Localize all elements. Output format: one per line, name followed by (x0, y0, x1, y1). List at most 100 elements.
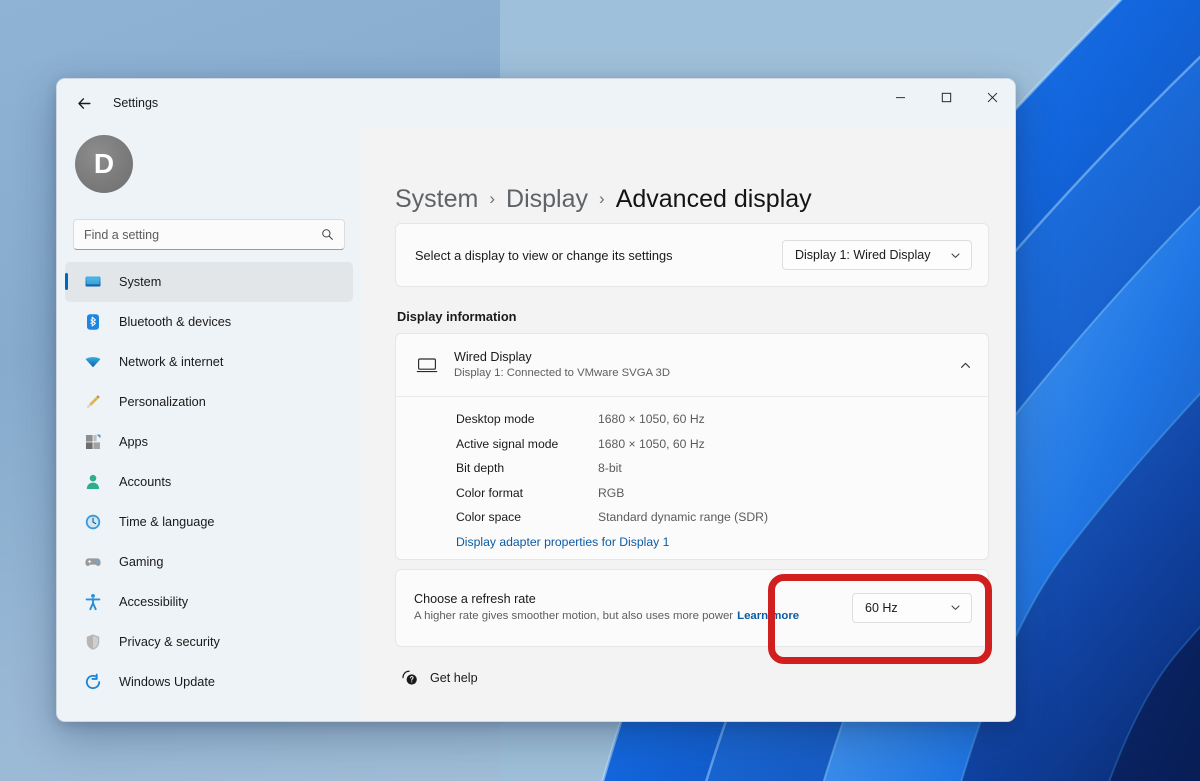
detail-row: Desktop mode 1680 × 1050, 60 Hz (396, 407, 988, 432)
sidebar-item-label: Time & language (119, 515, 215, 529)
sidebar-item-time-language[interactable]: Time & language (65, 502, 353, 542)
chevron-right-icon: › (489, 189, 496, 208)
monitor-icon (83, 272, 103, 292)
display-information-titles: Wired Display Display 1: Connected to VM… (454, 349, 959, 381)
search-input[interactable] (84, 227, 334, 242)
breadcrumb: System › Display › Advanced display (395, 127, 989, 223)
paintbrush-icon (83, 392, 103, 412)
detail-key: Bit depth (456, 461, 505, 476)
sidebar-item-label: Accounts (119, 475, 172, 489)
arrow-left-icon (77, 97, 91, 109)
chevron-right-icon: › (599, 189, 605, 208)
refresh-rate-description: A higher rate gives smoother motion, but… (414, 608, 799, 625)
chevron-down-icon (950, 250, 961, 261)
profile-section: D (57, 127, 361, 219)
display-device-name: Wired Display (454, 349, 532, 364)
learn-more-link[interactable]: Learn more (737, 610, 799, 622)
detail-value: 8-bit (598, 461, 622, 476)
display-select-label: Select a display to view or change its s… (415, 247, 673, 263)
sidebar-item-label: Accessibility (119, 595, 189, 609)
sidebar-item-apps[interactable]: Apps (65, 422, 353, 462)
detail-key: Desktop mode (456, 412, 535, 427)
person-icon (83, 472, 103, 492)
refresh-rate-description-text: A higher rate gives smoother motion, but… (414, 610, 734, 623)
sidebar-item-network-internet[interactable]: Network & internet (65, 342, 353, 382)
display-information-header[interactable]: Wired Display Display 1: Connected to VM… (396, 334, 988, 396)
sidebar-item-windows-update[interactable]: Windows Update (65, 662, 353, 702)
sidebar-item-gaming[interactable]: Gaming (65, 542, 353, 582)
detail-value: RGB (598, 485, 625, 500)
minimize-button[interactable] (877, 79, 923, 115)
chevron-down-icon (950, 602, 961, 613)
detail-key: Active signal mode (456, 436, 559, 451)
sidebar: D Find a setting System Bluetooth & devi… (57, 127, 361, 721)
detail-value: Standard dynamic range (SDR) (598, 510, 769, 525)
breadcrumb-display[interactable]: Display (506, 185, 588, 214)
display-information-card: Wired Display Display 1: Connected to VM… (395, 333, 989, 560)
display-details-list: Desktop mode 1680 × 1050, 60 Hz Active s… (396, 397, 988, 559)
gamepad-icon (83, 552, 103, 572)
sidebar-item-bluetooth-devices[interactable]: Bluetooth & devices (65, 302, 353, 342)
sidebar-item-label: Network & internet (119, 355, 224, 369)
sidebar-item-label: Personalization (119, 395, 206, 409)
sidebar-item-label: System (119, 275, 162, 289)
sidebar-item-personalization[interactable]: Personalization (65, 382, 353, 422)
avatar[interactable]: D (75, 135, 133, 193)
back-button[interactable] (67, 86, 101, 120)
display-device-connection: Display 1: Connected to VMware SVGA 3D (454, 366, 670, 379)
sidebar-item-accessibility[interactable]: Accessibility (65, 582, 353, 622)
monitor-icon (414, 352, 440, 378)
window-controls (877, 79, 1015, 115)
detail-row: Active signal mode 1680 × 1050, 60 Hz (396, 432, 988, 457)
refresh-rate-card: Choose a refresh rate A higher rate give… (395, 568, 989, 647)
detail-value: 1680 × 1050, 60 Hz (598, 412, 705, 427)
sidebar-nav-list: System Bluetooth & devices Network & int… (57, 262, 361, 702)
display-adapter-properties-link[interactable]: Display adapter properties for Display 1 (396, 535, 988, 549)
page-title: Advanced display (615, 185, 812, 213)
refresh-rate-value: 60 Hz (865, 600, 898, 615)
display-select-dropdown[interactable]: Display 1: Wired Display (782, 240, 972, 270)
shield-icon (83, 632, 103, 652)
sidebar-item-label: Gaming (119, 555, 164, 569)
sidebar-item-label: Privacy & security (119, 635, 220, 649)
sidebar-item-system[interactable]: System (65, 262, 353, 302)
desktop-wallpaper: Settings D Find a setting System Bluetoo… (0, 0, 1200, 781)
minimize-icon (895, 96, 905, 98)
sidebar-item-accounts[interactable]: Accounts (65, 462, 353, 502)
close-icon (987, 92, 997, 102)
bluetooth-icon (83, 312, 103, 332)
detail-row: Color space Standard dynamic range (SDR) (396, 505, 988, 530)
help-question-icon (401, 669, 419, 687)
maximize-button[interactable] (923, 79, 969, 115)
clock-icon (83, 512, 103, 532)
detail-row: Bit depth 8-bit (396, 456, 988, 481)
window-title: Settings (113, 96, 159, 110)
search-box[interactable] (73, 219, 345, 250)
refresh-rate-title: Choose a refresh rate (414, 591, 536, 606)
accessibility-icon (83, 592, 103, 612)
apps-icon (83, 432, 103, 452)
search-wrapper (57, 219, 361, 250)
search-icon (321, 228, 334, 241)
section-title-display-information: Display information (397, 309, 517, 324)
chevron-up-icon[interactable] (959, 359, 972, 372)
detail-value: 1680 × 1050, 60 Hz (598, 436, 705, 451)
sidebar-item-label: Windows Update (119, 675, 215, 689)
sidebar-item-privacy-security[interactable]: Privacy & security (65, 622, 353, 662)
window-titlebar: Settings (57, 79, 1015, 127)
close-button[interactable] (969, 79, 1015, 115)
detail-key: Color format (456, 485, 524, 500)
wifi-icon (83, 352, 103, 372)
window-body: D Find a setting System Bluetooth & devi… (57, 127, 1015, 721)
display-select-card: Select a display to view or change its s… (395, 223, 989, 287)
main-content: System › Display › Advanced display Sele… (361, 127, 1015, 721)
maximize-icon (941, 92, 951, 102)
sidebar-item-label: Bluetooth & devices (119, 315, 232, 329)
get-help-row[interactable]: Get help (395, 669, 989, 687)
refresh-rate-dropdown[interactable]: 60 Hz (852, 592, 972, 623)
sidebar-item-label: Apps (119, 435, 148, 449)
detail-row: Color format RGB (396, 481, 988, 506)
settings-window: Settings D Find a setting System Bluetoo… (56, 78, 1016, 722)
get-help-label: Get help (430, 670, 478, 685)
breadcrumb-system[interactable]: System (395, 185, 478, 214)
